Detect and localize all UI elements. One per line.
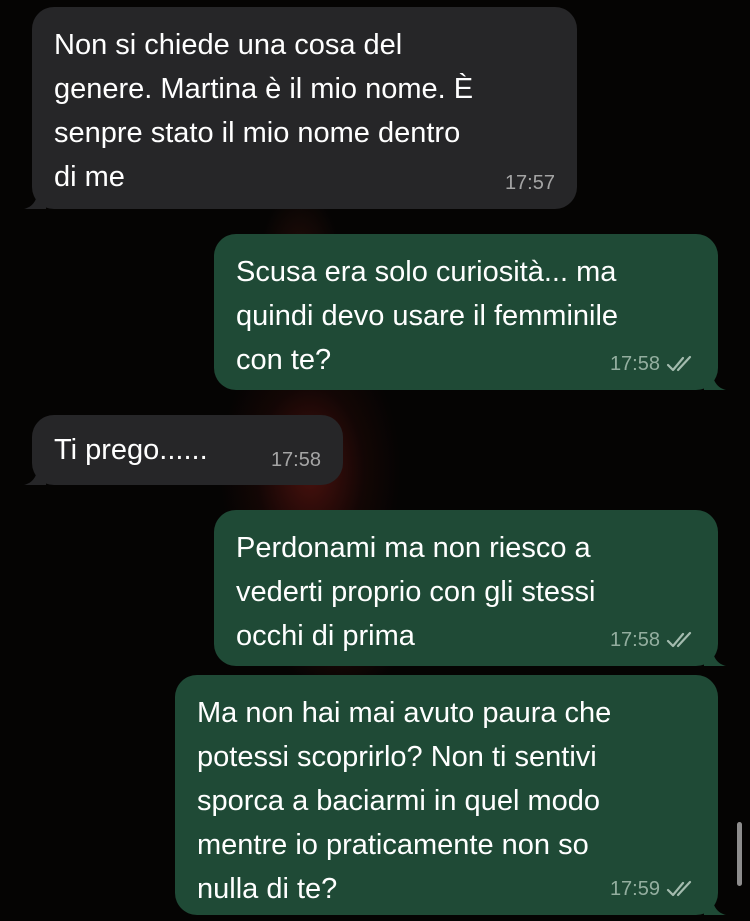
message-bubble-outgoing[interactable]: Scusa era solo curiosità... ma quindi de… <box>214 234 726 390</box>
message-meta: 17:57 <box>505 171 555 195</box>
read-double-check-icon <box>666 631 692 648</box>
message-time: 17:58 <box>270 449 321 471</box>
read-double-check-icon <box>666 355 692 372</box>
message-time: 17:58 <box>609 629 660 651</box>
bubble-tail-icon <box>24 187 46 209</box>
message-meta: 17:58 <box>610 628 696 652</box>
scrollbar[interactable] <box>737 822 742 886</box>
message-bubble-incoming[interactable]: Ti prego...... 17:58 <box>24 415 343 485</box>
message-meta: 17:58 <box>610 352 696 376</box>
message-text: Non si chiede una cosa del genere. Marti… <box>54 29 474 193</box>
message-bubble-outgoing[interactable]: Ma non hai mai avuto paura che potessi s… <box>175 675 726 915</box>
message-meta: 17:58 <box>271 448 321 472</box>
chat-message-list[interactable]: Non si chiede una cosa del genere. Marti… <box>0 0 750 921</box>
bubble-tail-icon <box>704 893 726 915</box>
bubble-tail-icon <box>704 368 726 390</box>
message-time: 17:59 <box>609 878 660 900</box>
read-double-check-icon <box>666 880 692 897</box>
message-bubble-outgoing[interactable]: Perdonami ma non riesco a vederti propri… <box>214 510 726 666</box>
message-time: 17:58 <box>609 353 660 375</box>
message-time: 17:57 <box>504 172 555 194</box>
bubble-tail-icon <box>704 644 726 666</box>
message-meta: 17:59 <box>610 877 696 901</box>
message-bubble-incoming[interactable]: Non si chiede una cosa del genere. Marti… <box>24 7 577 209</box>
bubble-tail-icon <box>24 463 46 485</box>
